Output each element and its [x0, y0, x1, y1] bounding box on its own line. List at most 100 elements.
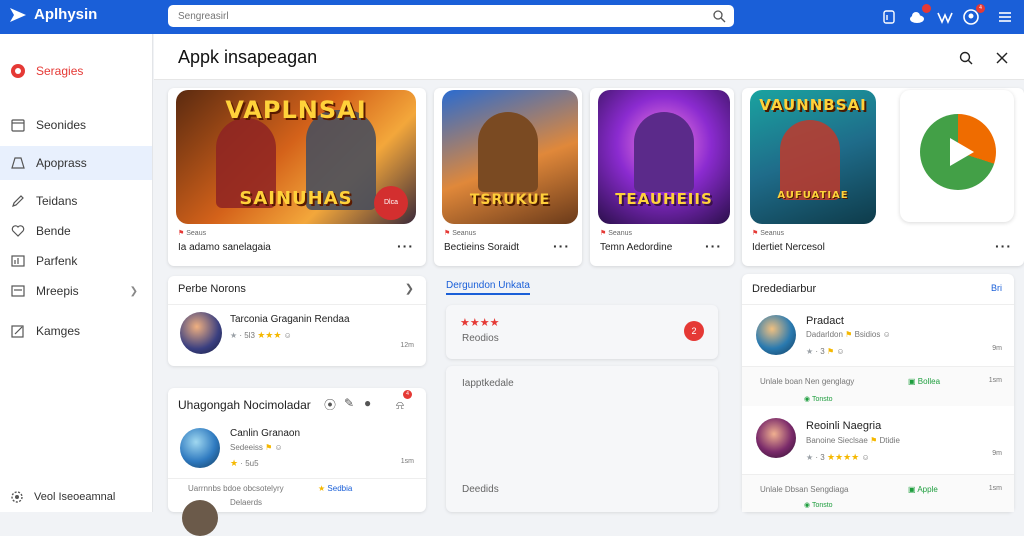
- app-logo[interactable]: Aplhysin: [8, 6, 97, 23]
- sidebar-item-label: Seonides: [36, 118, 87, 132]
- count-badge: 2: [684, 321, 704, 341]
- apps-card[interactable]: Iapptkedale Deedids: [446, 366, 718, 512]
- sidebar-item-label: Teidans: [36, 194, 78, 208]
- avatar[interactable]: [180, 428, 220, 468]
- heart-icon: [11, 225, 25, 237]
- item-stats: ★ · 5l3 ★★★ ☺: [230, 330, 292, 340]
- update-row[interactable]: Unlale boan Nen genglagy ▣ Bollea 1sm ◉ …: [742, 366, 1014, 406]
- panel-link[interactable]: Bri: [991, 283, 1002, 293]
- link-icon[interactable]: ⦿: [324, 396, 336, 413]
- update-text: Unlale boan Nen genglagy: [760, 377, 855, 386]
- item-name: Reoinli Naegria: [806, 420, 882, 432]
- card-label: Iapptkedale: [462, 378, 514, 389]
- game-tag: ⚑ Seanus: [444, 230, 476, 237]
- tab-updates[interactable]: Dergundon Unkata: [446, 280, 530, 295]
- item-time: 9m: [992, 345, 1002, 352]
- sidebar-item-label: Kamges: [36, 324, 81, 338]
- game-art-subtitle: AUFUATIAE: [777, 190, 849, 201]
- more-options-icon[interactable]: ···: [705, 238, 722, 254]
- sidebar-item-mreepis[interactable]: Mreepis ❯: [0, 276, 152, 306]
- search-bar[interactable]: [168, 5, 734, 27]
- sidebar-footer-label: Veol Iseoeamnal: [34, 491, 116, 503]
- close-icon[interactable]: [994, 50, 1010, 66]
- update-sub: ◉ Tonsto: [804, 502, 833, 509]
- game-art-subtitle: TEAUHEIIS: [615, 190, 713, 208]
- item-sub: Sedeeiss ⚑ ☺: [230, 443, 283, 452]
- panel-title: Perbe Norons: [178, 283, 246, 295]
- game-title: Ia adamo sanelagaia: [178, 242, 271, 253]
- chevron-right-icon: ❯: [129, 285, 138, 297]
- game-title: Temn Aedordine: [600, 242, 673, 253]
- item-stats: ★ · 3 ★★★★ ☺: [806, 452, 870, 462]
- footer-link[interactable]: ★ Sedbia: [318, 484, 352, 493]
- avatar: [756, 418, 796, 458]
- sidebar-item-kamges[interactable]: Kamges: [0, 316, 152, 346]
- item-sub: Dadarldon ⚑ Bsidios ☺: [806, 330, 891, 339]
- chart-icon: [11, 255, 25, 267]
- update-row[interactable]: Unlale Dbsan Sengdiaga ▣ Apple 1sm ◉ Ton…: [742, 474, 1014, 512]
- game-tag: ⚑ Seanus: [752, 230, 784, 237]
- avatar[interactable]: [180, 312, 222, 354]
- sidebar-item-label: Mreepis: [36, 284, 79, 298]
- sidebar-item-seonides[interactable]: Seonides: [0, 110, 152, 140]
- sidebar-item-bende[interactable]: Bende: [0, 216, 152, 246]
- search-input[interactable]: [168, 5, 688, 27]
- update-link[interactable]: ▣ Apple: [908, 485, 938, 494]
- top-bar: Aplhysin 4: [0, 0, 1024, 34]
- pencil-icon: [12, 195, 24, 207]
- play-icon: [920, 114, 996, 190]
- update-link[interactable]: ▣ Bollea: [908, 377, 940, 386]
- update-text: Unlale Dbsan Sengdiaga: [760, 485, 849, 494]
- chevron-right-icon[interactable]: ❯: [405, 282, 414, 295]
- sidebar-item-apoprass[interactable]: Apoprass: [0, 146, 152, 180]
- item-sub: Banoine Sieclsae ⚑ Dtidie: [806, 436, 900, 445]
- sidebar-item-teidans[interactable]: Teidans: [0, 186, 152, 216]
- list-item[interactable]: Pradact Dadarldon ⚑ Bsidios ☺ ★ · 3 ⚑ ☺ …: [742, 304, 1014, 366]
- more-options-icon[interactable]: ···: [397, 238, 414, 254]
- page-title: Appk insapeagan: [178, 47, 318, 67]
- bookmark-icon[interactable]: [880, 8, 898, 26]
- search-icon[interactable]: [958, 50, 974, 66]
- page-header: Appk insapeagan: [154, 34, 1024, 80]
- item-time: 1sm: [400, 458, 414, 465]
- edit-icon[interactable]: ✎: [344, 396, 354, 410]
- game-tag: ⚑ Seaus: [178, 230, 207, 237]
- more-options-icon[interactable]: ···: [553, 238, 570, 254]
- panel-title: Dredediarbur: [752, 283, 817, 295]
- game-card[interactable]: VAUNNBSAI AUFUATIAE ⚑ Seanus Idertiet Ne…: [742, 88, 1024, 266]
- app-name: Aplhysin: [34, 6, 98, 23]
- menu-icon[interactable]: [996, 8, 1014, 26]
- game-art-subtitle: TSRUKUE: [469, 192, 551, 208]
- update-time: 1sm: [988, 377, 1002, 384]
- play-store-tile[interactable]: [900, 90, 1014, 222]
- sidebar-item-label: Apoprass: [36, 156, 87, 170]
- profile-button[interactable]: 4: [962, 4, 985, 26]
- sidebar-footer[interactable]: Veol Iseoeamnal: [0, 482, 152, 512]
- reviews-card[interactable]: ★★★★ Reodios 2: [446, 305, 718, 359]
- game-thumbnail: TSRUKUE: [442, 90, 578, 224]
- wifi-icon[interactable]: [936, 8, 954, 26]
- game-card[interactable]: TSRUKUE ⚑ Seanus Bectieins Soraidt ···: [434, 88, 582, 266]
- panel-title: Uhagongah Nocimoladar: [178, 398, 311, 412]
- store-icon: [11, 157, 25, 169]
- avatar[interactable]: [182, 500, 218, 536]
- game-card[interactable]: TEAUHEIIS ⚑ Seanus Temn Aedordine ···: [590, 88, 734, 266]
- game-art-title: VAUNNBSAI: [759, 96, 867, 114]
- search-icon[interactable]: [712, 9, 726, 23]
- bell-button[interactable]: ⍾ 4: [396, 390, 412, 414]
- game-thumbnail: VAUNNBSAI AUFUATIAE: [750, 90, 876, 224]
- settings-icon: [11, 491, 23, 503]
- discover-panel: Dredediarbur Bri Pradact Dadarldon ⚑ Bsi…: [742, 274, 1014, 512]
- upcoming-panel: Uhagongah Nocimoladar ⦿ ✎ ● ⍾ 4 Canlin G…: [168, 388, 426, 536]
- game-title: Idertiet Nercesol: [752, 242, 825, 253]
- sidebar-item-parfenk[interactable]: Parfenk: [0, 246, 152, 276]
- sidebar-item-seragies[interactable]: Seragies: [0, 56, 152, 86]
- game-thumbnail: TEAUHEIIS: [598, 90, 730, 224]
- notifications-button[interactable]: [908, 4, 931, 26]
- more-options-icon[interactable]: ···: [995, 238, 1012, 254]
- info-icon[interactable]: ●: [364, 396, 371, 410]
- card-label: Deedids: [462, 484, 499, 495]
- list-item[interactable]: Reoinli Naegria Banoine Sieclsae ⚑ Dtidi…: [742, 408, 1014, 472]
- sidebar: Seragies Seonides Apoprass Teidans Bende…: [0, 34, 153, 512]
- game-card[interactable]: VAPLNSAI SAINUHAS Dlca ⚑ Seaus Ia adamo …: [168, 88, 426, 266]
